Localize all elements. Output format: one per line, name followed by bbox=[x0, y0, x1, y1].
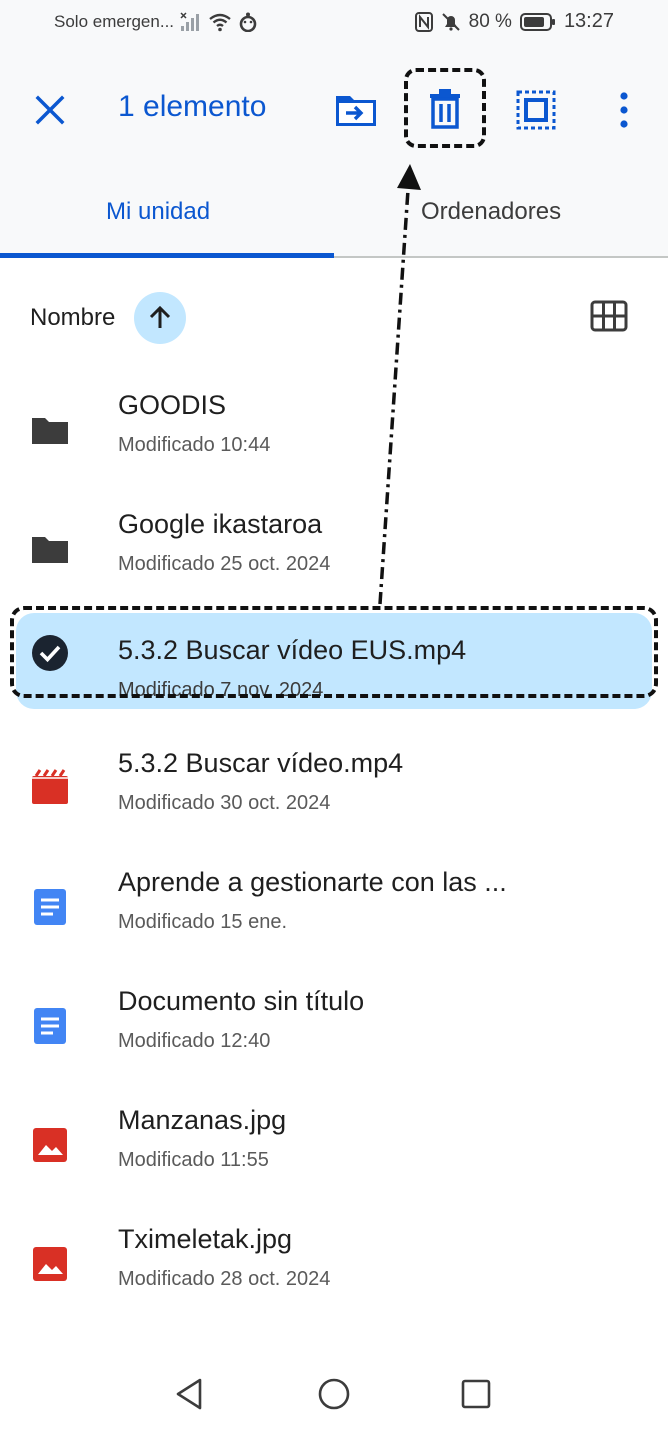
selected-row-annotation-box bbox=[10, 606, 658, 698]
tab-computers[interactable]: Ordenadores bbox=[421, 198, 561, 226]
mute-bell-icon bbox=[441, 12, 460, 31]
app-notification-icon bbox=[239, 12, 257, 32]
signal-icon bbox=[180, 12, 200, 31]
file-name: Manzanas.jpg bbox=[118, 1105, 287, 1135]
folder-icon bbox=[32, 418, 68, 444]
arrow-up-icon bbox=[149, 305, 171, 328]
selection-toolbar: 1 elemento bbox=[0, 46, 668, 168]
sort-row: Nombre bbox=[0, 284, 668, 348]
list-item[interactable]: GOODIS Modificado 10:44 bbox=[0, 376, 668, 484]
back-icon[interactable] bbox=[172, 1376, 208, 1412]
list-item[interactable]: 5.3.2 Buscar vídeo.mp4 Modificado 30 oct… bbox=[0, 734, 668, 842]
nfc-icon bbox=[414, 11, 433, 32]
wifi-icon bbox=[209, 13, 231, 32]
grid-view-icon[interactable] bbox=[590, 300, 628, 332]
clock: 13:27 bbox=[563, 10, 614, 32]
file-modified: Modificado 30 oct. 2024 bbox=[118, 792, 331, 814]
more-options-icon[interactable] bbox=[608, 88, 640, 132]
list-item[interactable]: Documento sin título Modificado 12:40 bbox=[0, 972, 668, 1080]
file-modified: Modificado 28 oct. 2024 bbox=[118, 1268, 331, 1290]
recent-apps-icon[interactable] bbox=[460, 1378, 492, 1410]
sort-label[interactable]: Nombre bbox=[30, 304, 115, 332]
status-bar: Solo emergen... 80 % 13:27 bbox=[0, 0, 668, 46]
file-modified: Modificado 12:40 bbox=[118, 1030, 271, 1052]
file-name: Tximeletak.jpg bbox=[118, 1224, 293, 1254]
battery-percent: 80 % bbox=[468, 10, 512, 32]
tab-my-drive[interactable]: Mi unidad bbox=[106, 198, 210, 226]
doc-icon bbox=[34, 1008, 66, 1044]
close-icon[interactable] bbox=[30, 90, 70, 130]
battery-icon bbox=[519, 12, 555, 31]
list-item[interactable]: Google ikastaroa Modificado 25 oct. 2024 bbox=[0, 495, 668, 603]
trash-annotation-box bbox=[404, 68, 486, 148]
file-modified: Modificado 10:44 bbox=[118, 434, 271, 456]
file-name: Aprende a gestionarte con las ... bbox=[118, 867, 507, 897]
system-nav-bar bbox=[0, 1340, 668, 1431]
file-name: 5.3.2 Buscar vídeo.mp4 bbox=[118, 748, 404, 778]
file-modified: Modificado 11:55 bbox=[118, 1149, 269, 1171]
file-modified: Modificado 15 ene. bbox=[118, 911, 288, 933]
image-icon bbox=[33, 1247, 67, 1281]
doc-icon bbox=[34, 889, 66, 925]
file-name: Google ikastaroa bbox=[118, 509, 323, 539]
select-all-icon[interactable] bbox=[514, 88, 558, 132]
list-item[interactable]: Manzanas.jpg Modificado 11:55 bbox=[0, 1091, 668, 1199]
file-name: GOODIS bbox=[118, 390, 227, 420]
video-icon bbox=[32, 769, 68, 804]
file-name: Documento sin título bbox=[118, 986, 365, 1016]
folder-icon bbox=[32, 537, 68, 563]
file-modified: Modificado 25 oct. 2024 bbox=[118, 553, 331, 575]
list-item[interactable]: Aprende a gestionarte con las ... Modifi… bbox=[0, 853, 668, 961]
selection-count: 1 elemento bbox=[118, 90, 267, 123]
list-item[interactable]: Tximeletak.jpg Modificado 28 oct. 2024 bbox=[0, 1210, 668, 1318]
home-icon[interactable] bbox=[316, 1376, 352, 1412]
move-to-folder-icon[interactable] bbox=[334, 90, 378, 130]
sort-direction-button[interactable] bbox=[134, 292, 186, 344]
tab-bar: Mi unidad Ordenadores bbox=[0, 168, 668, 258]
active-tab-indicator bbox=[0, 253, 334, 258]
carrier-text: Solo emergen... bbox=[54, 12, 175, 31]
image-icon bbox=[33, 1128, 67, 1162]
